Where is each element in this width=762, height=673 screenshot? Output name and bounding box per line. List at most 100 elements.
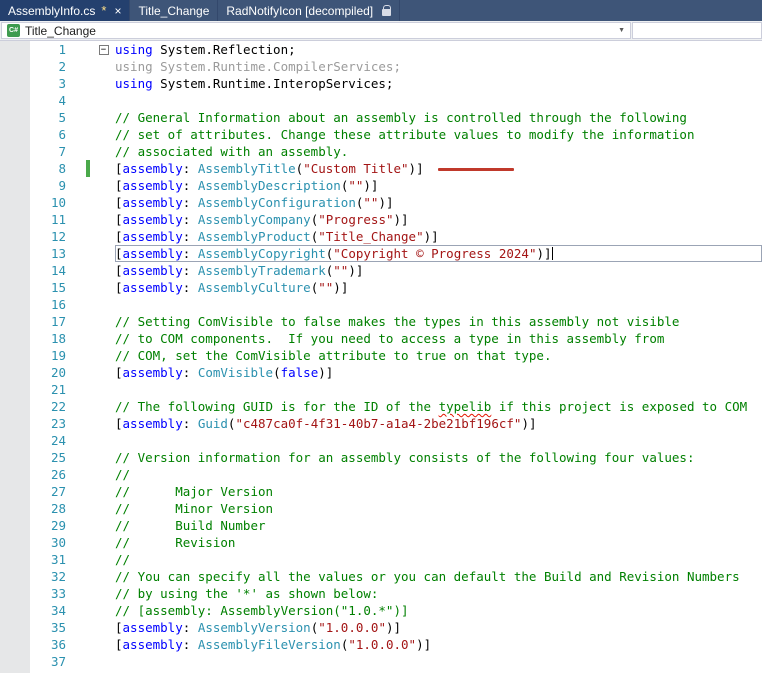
code-text[interactable] (115, 381, 762, 398)
code-line[interactable]: 17 // Setting ComVisible to false makes t… (0, 313, 762, 330)
line-number[interactable]: 29 (0, 517, 70, 534)
code-line[interactable]: 24 (0, 432, 762, 449)
code-text[interactable]: // (115, 551, 762, 568)
tab-assemblyinfo[interactable]: AssemblyInfo.cs * × (0, 0, 131, 21)
code-line[interactable]: 13 [assembly: AssemblyCopyright("Copyrigh… (0, 245, 762, 262)
code-text[interactable]: // Revision (115, 534, 762, 551)
code-text[interactable]: // Setting ComVisible to false makes the… (115, 313, 762, 330)
code-line[interactable]: 33 // by using the '*' as shown below: (0, 585, 762, 602)
code-text[interactable]: [assembly: AssemblyCompany("Progress")] (115, 211, 762, 228)
code-line[interactable]: 10 [assembly: AssemblyConfiguration("")] (0, 194, 762, 211)
code-text[interactable]: // by using the '*' as shown below: (115, 585, 762, 602)
close-icon[interactable]: × (114, 4, 121, 18)
line-number[interactable]: 9 (0, 177, 70, 194)
code-text[interactable]: // COM, set the ComVisible attribute to … (115, 347, 762, 364)
line-number[interactable]: 15 (0, 279, 70, 296)
code-text[interactable]: [assembly: AssemblyFileVersion("1.0.0.0"… (115, 636, 762, 653)
code-text[interactable]: // Version information for an assembly c… (115, 449, 762, 466)
line-number[interactable]: 24 (0, 432, 70, 449)
line-number[interactable]: 27 (0, 483, 70, 500)
code-line[interactable]: 35 [assembly: AssemblyVersion("1.0.0.0")] (0, 619, 762, 636)
code-line[interactable]: 5 // General Information about an assembl… (0, 109, 762, 126)
code-text[interactable] (115, 296, 762, 313)
code-text[interactable]: [assembly: AssemblyTrademark("")] (115, 262, 762, 279)
code-line[interactable]: 20 [assembly: ComVisible(false)] (0, 364, 762, 381)
code-text[interactable]: [assembly: AssemblyConfiguration("")] (115, 194, 762, 211)
code-line[interactable]: 15 [assembly: AssemblyCulture("")] (0, 279, 762, 296)
code-text[interactable]: // General Information about an assembly… (115, 109, 762, 126)
line-number[interactable]: 26 (0, 466, 70, 483)
line-number[interactable]: 11 (0, 211, 70, 228)
line-number[interactable]: 7 (0, 143, 70, 160)
line-number[interactable]: 20 (0, 364, 70, 381)
code-text[interactable]: [assembly: AssemblyTitle("Custom Title")… (115, 160, 762, 177)
code-line[interactable]: 2 using System.Runtime.CompilerServices; (0, 58, 762, 75)
code-line[interactable]: 16 (0, 296, 762, 313)
code-text[interactable] (115, 653, 762, 670)
code-text[interactable]: // set of attributes. Change these attri… (115, 126, 762, 143)
code-text[interactable]: // Major Version (115, 483, 762, 500)
line-number[interactable]: 2 (0, 58, 70, 75)
line-number[interactable]: 35 (0, 619, 70, 636)
line-number[interactable]: 4 (0, 92, 70, 109)
code-line[interactable]: 25 // Version information for an assembly… (0, 449, 762, 466)
code-line[interactable]: 29 // Build Number (0, 517, 762, 534)
code-line[interactable]: 14 [assembly: AssemblyTrademark("")] (0, 262, 762, 279)
code-line[interactable]: 27 // Major Version (0, 483, 762, 500)
collapse-icon[interactable]: − (98, 44, 109, 55)
code-text[interactable]: [assembly: AssemblyCopyright("Copyright … (115, 245, 762, 262)
code-line[interactable]: 11 [assembly: AssemblyCompany("Progress")… (0, 211, 762, 228)
line-number[interactable]: 30 (0, 534, 70, 551)
line-number[interactable]: 12 (0, 228, 70, 245)
code-text[interactable]: // Minor Version (115, 500, 762, 517)
line-number[interactable]: 37 (0, 653, 70, 670)
code-text[interactable]: [assembly: ComVisible(false)] (115, 364, 762, 381)
code-line[interactable]: 31 // (0, 551, 762, 568)
tab-radnotifyicon[interactable]: RadNotifyIcon [decompiled] (218, 0, 401, 21)
code-line[interactable]: 7 // associated with an assembly. (0, 143, 762, 160)
code-text[interactable]: using System.Runtime.CompilerServices; (115, 58, 762, 75)
line-number[interactable]: 6 (0, 126, 70, 143)
code-line[interactable]: 26 // (0, 466, 762, 483)
code-text[interactable]: [assembly: AssemblyVersion("1.0.0.0")] (115, 619, 762, 636)
code-line[interactable]: 34 // [assembly: AssemblyVersion("1.0.*")… (0, 602, 762, 619)
scope-dropdown[interactable] (632, 22, 762, 39)
code-text[interactable] (115, 432, 762, 449)
code-line[interactable]: 4 (0, 92, 762, 109)
code-line[interactable]: 6 // set of attributes. Change these attr… (0, 126, 762, 143)
line-number[interactable]: 19 (0, 347, 70, 364)
code-line[interactable]: 37 (0, 653, 762, 670)
line-number[interactable]: 33 (0, 585, 70, 602)
code-text[interactable]: [assembly: AssemblyCulture("")] (115, 279, 762, 296)
code-line[interactable]: 32 // You can specify all the values or y… (0, 568, 762, 585)
code-line[interactable]: 18 // to COM components. If you need to a… (0, 330, 762, 347)
code-line[interactable]: 22 // The following GUID is for the ID of… (0, 398, 762, 415)
code-line[interactable]: 8 [assembly: AssemblyTitle("Custom Title"… (0, 160, 762, 177)
code-text[interactable] (115, 92, 762, 109)
code-text[interactable]: // Build Number (115, 517, 762, 534)
line-number[interactable]: 22 (0, 398, 70, 415)
line-number[interactable]: 23 (0, 415, 70, 432)
line-number[interactable]: 31 (0, 551, 70, 568)
code-line[interactable]: 19 // COM, set the ComVisible attribute t… (0, 347, 762, 364)
line-number[interactable]: 3 (0, 75, 70, 92)
line-number[interactable]: 32 (0, 568, 70, 585)
line-number[interactable]: 1 (0, 41, 70, 58)
code-text[interactable]: // The following GUID is for the ID of t… (115, 398, 762, 415)
line-number[interactable]: 13 (0, 245, 70, 262)
line-number[interactable]: 25 (0, 449, 70, 466)
code-line[interactable]: 9 [assembly: AssemblyDescription("")] (0, 177, 762, 194)
line-number[interactable]: 8 (0, 160, 70, 177)
line-number[interactable]: 28 (0, 500, 70, 517)
code-editor[interactable]: 1 − using System.Reflection; 2 using System.… (0, 41, 762, 673)
code-line[interactable]: 1 − using System.Reflection; (0, 41, 762, 58)
code-line[interactable]: 3 using System.Runtime.InteropServices; (0, 75, 762, 92)
code-text[interactable]: [assembly: AssemblyDescription("")] (115, 177, 762, 194)
line-number[interactable]: 36 (0, 636, 70, 653)
line-number[interactable]: 16 (0, 296, 70, 313)
code-text[interactable]: // to COM components. If you need to acc… (115, 330, 762, 347)
code-text[interactable]: // [assembly: AssemblyVersion("1.0.*")] (115, 602, 762, 619)
line-number[interactable]: 5 (0, 109, 70, 126)
code-text[interactable]: [assembly: Guid("c487ca0f-4f31-40b7-a1a4… (115, 415, 762, 432)
project-dropdown[interactable]: C# Title_Change ▼ (1, 22, 631, 39)
